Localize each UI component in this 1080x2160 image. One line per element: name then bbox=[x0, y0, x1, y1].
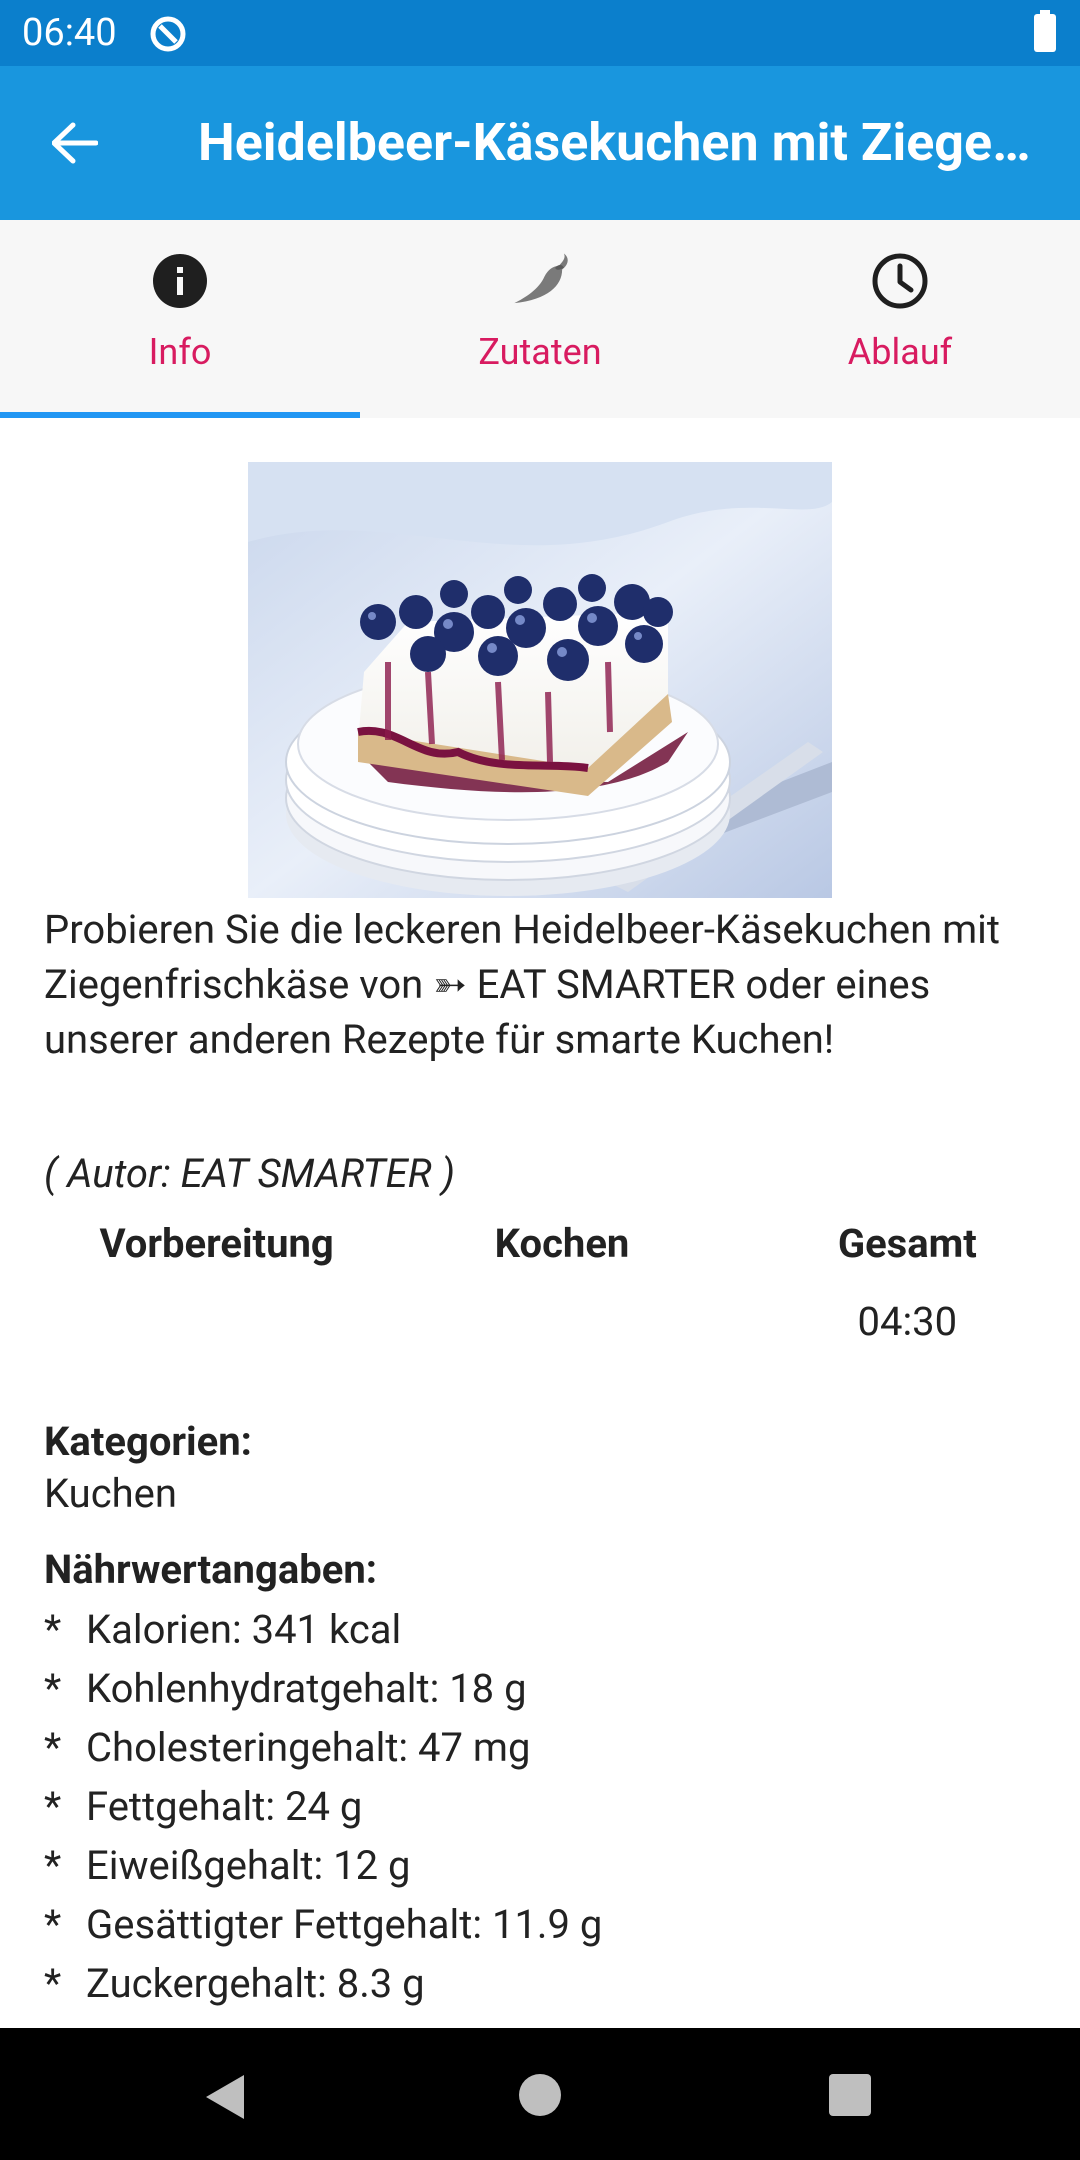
times-value-cook bbox=[389, 1296, 734, 1348]
clock-icon bbox=[872, 253, 928, 309]
categories-value: Kuchen bbox=[44, 1470, 177, 1517]
cheesecake-image bbox=[248, 462, 832, 898]
list-bullet: * bbox=[44, 1960, 62, 2007]
back-button[interactable] bbox=[30, 106, 120, 180]
app-bar: Heidelbeer-Käsekuchen mit Ziegenfrischkä… bbox=[0, 66, 1080, 220]
list-bullet: * bbox=[44, 1724, 62, 1771]
times-value-row: 04:30 bbox=[0, 1296, 1080, 1348]
nav-back-icon[interactable] bbox=[200, 2072, 250, 2122]
nutrition-saturated-fat: Gesättigter Fettgehalt: 11.9 g bbox=[86, 1901, 603, 1948]
status-bar: 06:40 bbox=[0, 0, 1080, 66]
list-bullet: * bbox=[44, 1842, 62, 1889]
nutrition-sugar: Zuckergehalt: 8.3 g bbox=[86, 1960, 425, 2007]
list-item: * Zuckergehalt: 8.3 g bbox=[44, 1954, 602, 2013]
navigation-bar bbox=[0, 2028, 1080, 2160]
list-bullet: * bbox=[44, 1783, 62, 1830]
battery-icon bbox=[1034, 10, 1056, 52]
tab-label: Zutaten bbox=[478, 331, 602, 373]
list-bullet: * bbox=[44, 1901, 62, 1948]
times-header-row: Vorbereitung Kochen Gesamt bbox=[0, 1218, 1080, 1270]
recipe-description: Probieren Sie die leckeren Heidelbeer-Kä… bbox=[44, 902, 1044, 1067]
recipe-author: ( Autor: EAT SMARTER ) bbox=[44, 1150, 455, 1197]
tab-label: Ablauf bbox=[847, 331, 953, 373]
list-item: * Gesättigter Fettgehalt: 11.9 g bbox=[44, 1895, 602, 1954]
data-saver-icon bbox=[150, 16, 186, 52]
list-item: * Kohlenhydratgehalt: 18 g bbox=[44, 1659, 602, 1718]
nutrition-carbs: Kohlenhydratgehalt: 18 g bbox=[86, 1665, 527, 1712]
chili-icon bbox=[514, 253, 568, 304]
list-bullet: * bbox=[44, 1606, 62, 1653]
list-item: * Kalorien: 341 kcal bbox=[44, 1600, 602, 1659]
tab-zutaten[interactable]: Zutaten bbox=[360, 220, 720, 418]
tab-bar: Info Zutaten Ablauf bbox=[0, 220, 1080, 418]
list-item: * Cholesteringehalt: 47 mg bbox=[44, 1718, 602, 1777]
times-header-prep: Vorbereitung bbox=[99, 1220, 334, 1267]
arrow-back-icon bbox=[52, 122, 98, 164]
page-title: Heidelbeer-Käsekuchen mit Ziegenfrischkä… bbox=[198, 112, 1048, 173]
list-item: * Eiweißgehalt: 12 g bbox=[44, 1836, 602, 1895]
times-table: Vorbereitung Kochen Gesamt 04:30 bbox=[0, 1218, 1080, 1348]
list-item: * Fettgehalt: 24 g bbox=[44, 1777, 602, 1836]
nutrition-fat: Fettgehalt: 24 g bbox=[86, 1783, 363, 1830]
nav-recents-icon[interactable] bbox=[829, 2074, 871, 2116]
tab-ablauf[interactable]: Ablauf bbox=[720, 220, 1080, 418]
source-link[interactable]: ➳ EAT SMARTER bbox=[433, 961, 735, 1008]
times-header-cook: Kochen bbox=[494, 1220, 630, 1267]
status-time: 06:40 bbox=[22, 11, 117, 55]
times-value-total: 04:30 bbox=[857, 1298, 958, 1345]
tab-info[interactable]: Info bbox=[0, 220, 360, 418]
times-value-prep bbox=[0, 1296, 389, 1348]
categories-label: Kategorien: bbox=[44, 1418, 252, 1465]
recipe-image bbox=[248, 462, 832, 898]
nutrition-list: * Kalorien: 341 kcal * Kohlenhydratgehalt:… bbox=[44, 1600, 602, 2013]
nav-home-icon[interactable] bbox=[519, 2074, 561, 2116]
nutrition-calories: Kalorien: 341 kcal bbox=[86, 1606, 402, 1653]
times-header-total: Gesamt bbox=[837, 1220, 977, 1267]
nutrition-label: Nährwertangaben: bbox=[44, 1546, 378, 1593]
nutrition-cholesterol: Cholesteringehalt: 47 mg bbox=[86, 1724, 531, 1771]
info-icon bbox=[153, 254, 207, 308]
tab-label: Info bbox=[148, 331, 212, 373]
nutrition-protein: Eiweißgehalt: 12 g bbox=[86, 1842, 411, 1889]
list-bullet: * bbox=[44, 1665, 62, 1712]
